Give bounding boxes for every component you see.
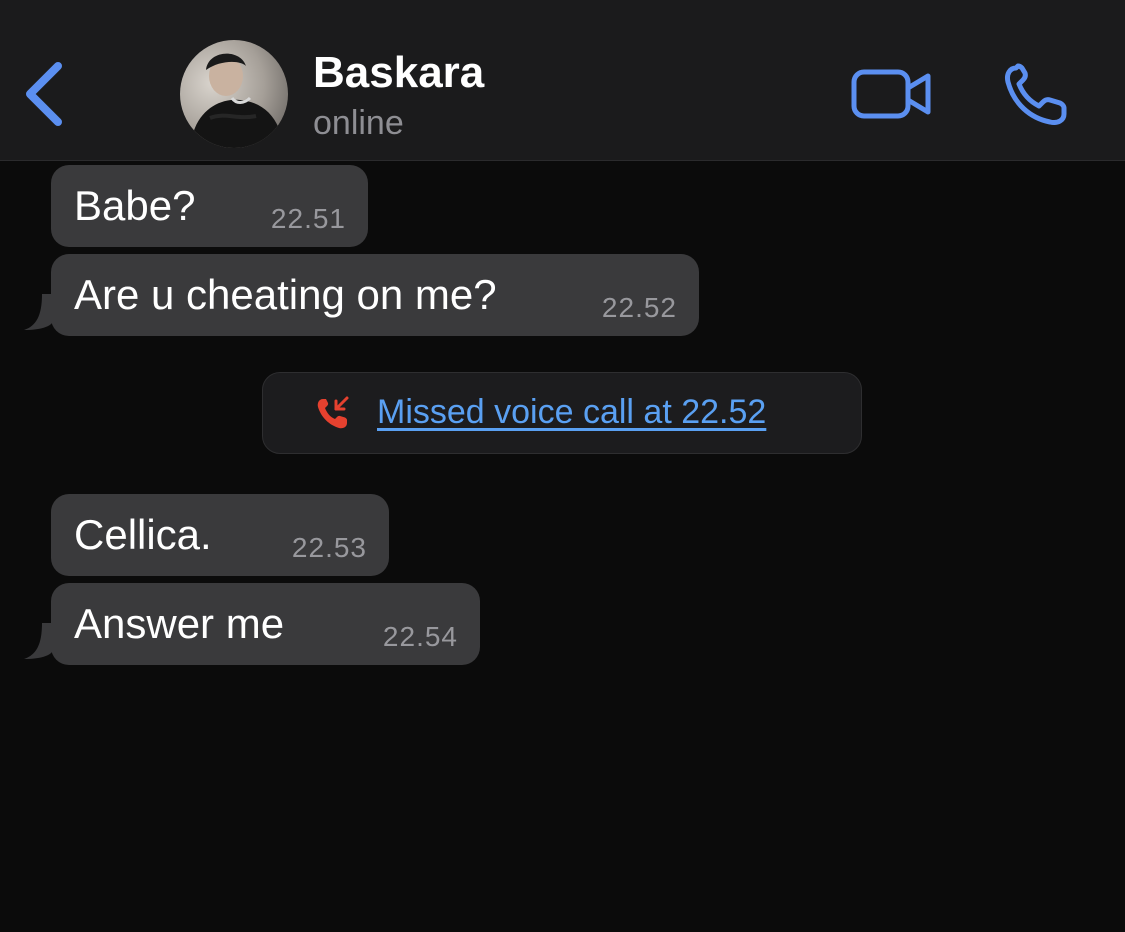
chevron-left-icon <box>26 62 62 126</box>
phone-icon <box>1005 63 1067 125</box>
message-text: Answer me <box>74 600 285 647</box>
message-bubble[interactable]: Answer me 22.54 <box>51 583 480 665</box>
message-bubble[interactable]: Babe? 22.51 <box>51 165 368 247</box>
message-bubble[interactable]: Are u cheating on me? 22.52 <box>51 254 699 336</box>
missed-call-notice[interactable]: Missed voice call at 22.52 <box>262 372 862 454</box>
back-button[interactable] <box>18 58 74 130</box>
avatar-image <box>180 40 288 148</box>
message-text: Are u cheating on me? <box>74 271 497 318</box>
video-camera-icon <box>851 69 931 119</box>
message-time: 22.51 <box>270 203 346 234</box>
message-text: Babe? <box>74 182 196 229</box>
voice-call-button[interactable] <box>1000 62 1070 128</box>
video-call-button[interactable] <box>850 64 934 124</box>
message-text: Cellica. <box>74 511 212 558</box>
message-bubble[interactable]: Cellica. 22.53 <box>51 494 389 576</box>
contact-name[interactable]: Baskara <box>313 48 484 98</box>
missed-call-icon <box>317 396 349 429</box>
message-time: 22.53 <box>291 532 367 563</box>
message-time: 22.54 <box>382 621 458 652</box>
contact-avatar[interactable] <box>180 40 288 148</box>
missed-call-link[interactable]: Missed voice call at 22.52 <box>377 393 766 432</box>
chat-area[interactable]: Babe? 22.51 Are u cheating on me? 22.52 … <box>0 162 1125 932</box>
contact-status: online <box>313 104 404 142</box>
chat-header: Baskara online <box>0 0 1125 161</box>
message-time: 22.52 <box>601 292 677 323</box>
